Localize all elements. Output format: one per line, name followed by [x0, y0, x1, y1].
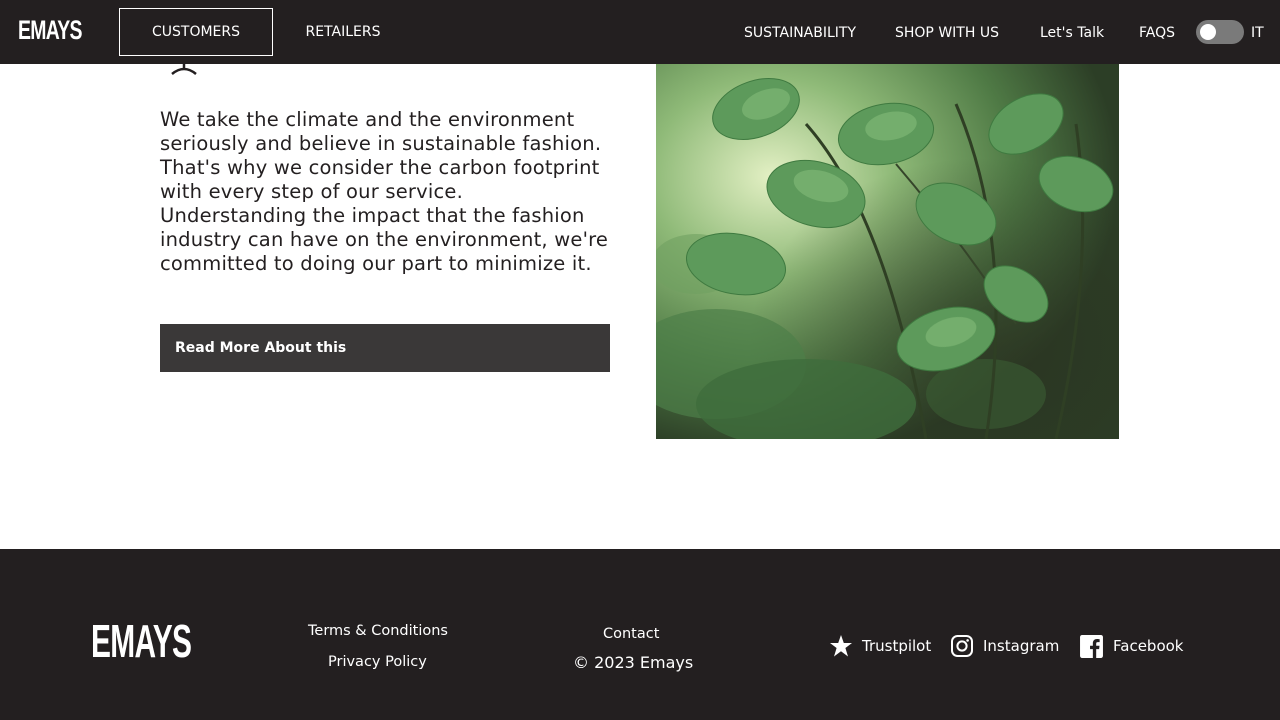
instagram-label: Instagram	[983, 637, 1060, 655]
leaves-illustration	[656, 64, 1119, 439]
nav-link-sustainability[interactable]: SUSTAINABILITY	[744, 24, 856, 42]
top-navigation-bar: EMAYS CUSTOMERS RETAILERS SUSTAINABILITY…	[0, 0, 1280, 64]
sustainability-text: We take the climate and the environment …	[160, 108, 630, 276]
footer-logo[interactable]: EMAYS	[91, 614, 192, 668]
tab-customers[interactable]: CUSTOMERS	[119, 8, 273, 56]
star-icon	[830, 635, 852, 657]
instagram-link[interactable]: Instagram	[950, 633, 1059, 659]
toggle-knob	[1200, 24, 1216, 40]
facebook-label: Facebook	[1113, 637, 1184, 655]
read-more-button[interactable]: Read More About this	[160, 324, 610, 372]
leaves-image	[656, 64, 1119, 439]
facebook-link[interactable]: Facebook	[1079, 633, 1183, 659]
header-logo[interactable]: EMAYS	[18, 15, 82, 46]
trustpilot-link[interactable]: Trustpilot	[829, 633, 931, 659]
instagram-icon	[951, 635, 973, 657]
language-label: IT	[1251, 25, 1264, 41]
privacy-policy-link[interactable]: Privacy Policy	[328, 652, 427, 672]
terms-conditions-link[interactable]: Terms & Conditions	[308, 621, 448, 641]
contact-link[interactable]: Contact	[603, 624, 659, 644]
trustpilot-label: Trustpilot	[862, 637, 932, 655]
nav-link-lets-talk[interactable]: Let's Talk	[1040, 24, 1104, 42]
facebook-icon	[1080, 634, 1103, 658]
nav-link-shop-with-us[interactable]: SHOP WITH US	[895, 24, 999, 42]
site-footer: EMAYS Terms & Conditions Privacy Policy …	[0, 549, 1280, 720]
paragraph-1: We take the climate and the environment …	[160, 108, 602, 203]
copyright-text: © 2023 Emays	[573, 653, 694, 672]
language-toggle[interactable]	[1196, 20, 1244, 44]
nav-link-faqs[interactable]: FAQS	[1139, 24, 1175, 42]
paragraph-2: Understanding the impact that the fashio…	[160, 204, 609, 275]
tab-retailers[interactable]: RETAILERS	[288, 8, 398, 56]
